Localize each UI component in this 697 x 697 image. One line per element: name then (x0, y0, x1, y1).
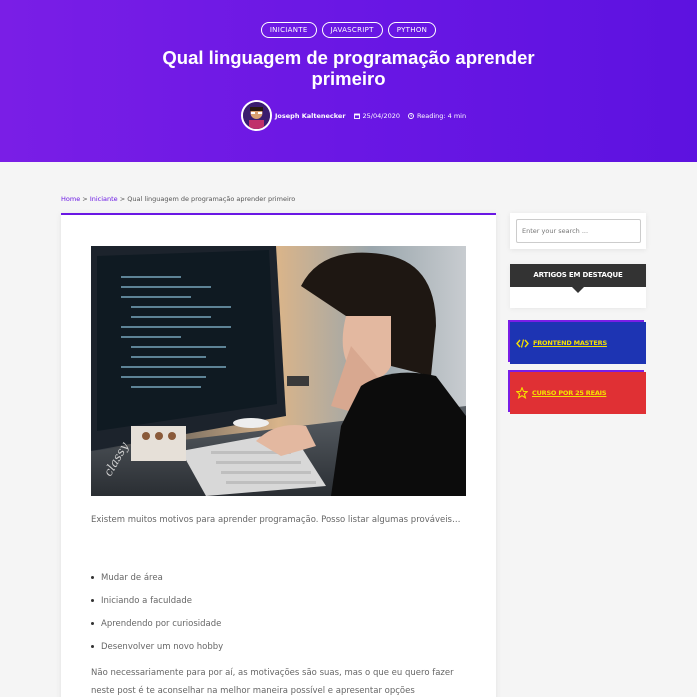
code-icon (516, 338, 529, 348)
list-item: Iniciando a faculdade (91, 589, 223, 612)
post-date: 25/04/2020 (353, 111, 400, 120)
list-item: Aprendendo por curiosidade (91, 612, 223, 635)
breadcrumb-separator: > (82, 195, 88, 203)
reading-time: Reading: 4 min (408, 112, 466, 120)
article-card: classy Existem muitos motivos para apren… (61, 213, 496, 697)
curso-25-reais-button[interactable]: CURSO POR 25 REAIS (510, 372, 646, 414)
frontend-masters-button[interactable]: FRONTEND MASTERS (510, 322, 646, 364)
promo-label: FRONTEND MASTERS (533, 339, 607, 347)
author-name[interactable]: Joseph Kaltenecker (275, 112, 346, 120)
article-image: classy (91, 246, 466, 496)
post-date-text: 25/04/2020 (362, 111, 400, 120)
reading-time-text: Reading: 4 min (417, 111, 467, 120)
post-header: INICIANTE JAVASCRIPT PYTHON Qual linguag… (0, 0, 697, 162)
list-item: Desenvolver um novo hobby (91, 635, 223, 658)
breadcrumb: Home > Iniciante > Qual linguagem de pro… (61, 195, 295, 203)
breadcrumb-home[interactable]: Home (61, 195, 80, 203)
search-input[interactable] (516, 219, 641, 243)
reasons-list: Mudar de área Iniciando a faculdade Apre… (91, 566, 223, 658)
breadcrumb-current: Qual linguagem de programação aprender p… (127, 195, 296, 203)
clock-icon (408, 112, 414, 119)
post-meta: Joseph Kaltenecker 25/04/2020 Reading: 4… (241, 100, 474, 131)
promo-label: CURSO POR 25 REAIS (532, 389, 607, 397)
article-paragraph: Existem muitos motivos para aprender pro… (91, 515, 461, 525)
list-item: Mudar de área (91, 566, 223, 589)
avatar[interactable] (241, 100, 272, 131)
featured-title: ARTIGOS EM DESTAQUE (510, 264, 646, 287)
search-widget (510, 213, 646, 249)
calendar-icon (353, 113, 360, 119)
breadcrumb-separator: > (119, 195, 126, 203)
article-paragraph: Não necessariamente para por aí, as moti… (91, 668, 454, 696)
tag-javascript[interactable]: JAVASCRIPT (321, 22, 383, 38)
featured-widget: ARTIGOS EM DESTAQUE (510, 264, 646, 308)
featured-arrow (572, 287, 584, 293)
tag-python[interactable]: PYTHON (387, 22, 437, 38)
breadcrumb-category[interactable]: Iniciante (90, 195, 118, 203)
star-icon (516, 387, 528, 399)
tag-list: INICIANTE JAVASCRIPT PYTHON (0, 22, 697, 38)
page-title: Qual linguagem de programação aprender p… (162, 47, 535, 89)
tag-iniciante[interactable]: INICIANTE (260, 22, 317, 38)
